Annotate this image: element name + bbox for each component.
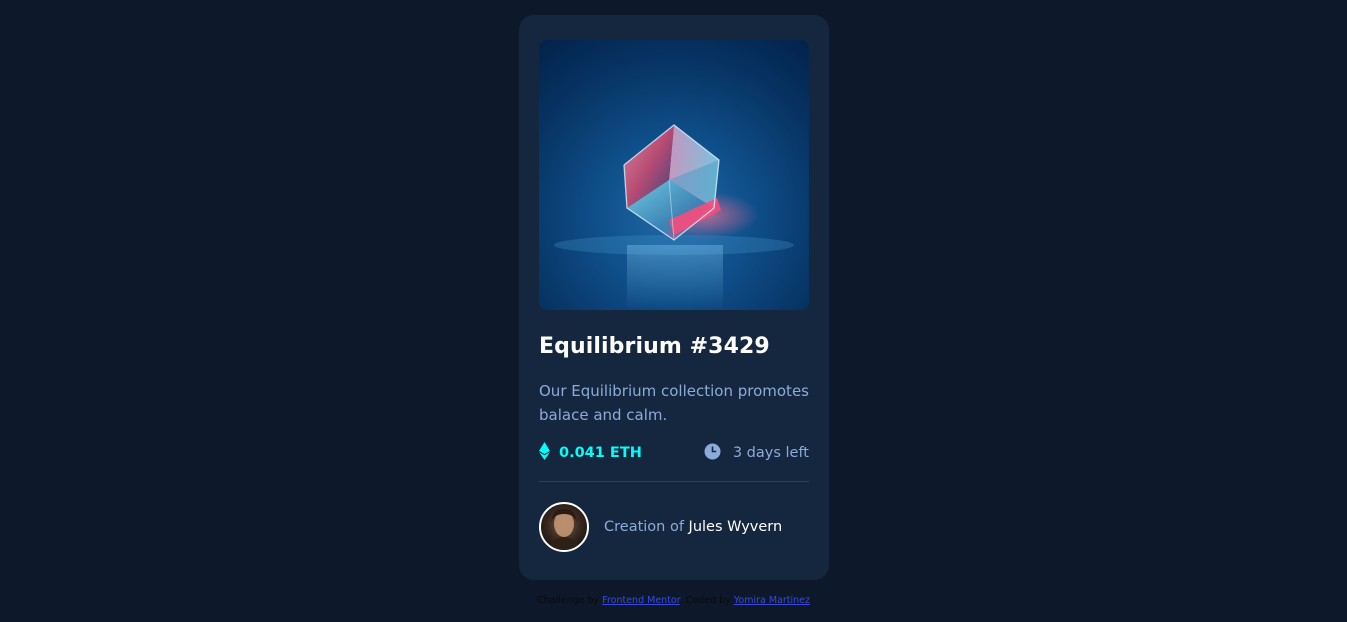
frontend-mentor-link[interactable]: Frontend Mentor — [602, 595, 680, 606]
creator-row: Creation of Jules Wyvern — [539, 502, 809, 552]
avatar — [539, 502, 589, 552]
page: Equilibrium #3429 Our Equilibrium collec… — [0, 0, 1347, 622]
creator-prefix: Creation of — [604, 519, 689, 535]
nft-meta-row: 0.041 ETH 3 days left — [539, 441, 809, 465]
author-link[interactable]: Yomira Martinez — [734, 595, 810, 606]
creator-name-link[interactable]: Jules Wyvern — [689, 519, 783, 535]
price-group: 0.041 ETH — [539, 442, 642, 464]
time-left: 3 days left — [732, 445, 809, 461]
price-value: 0.041 ETH — [559, 445, 642, 461]
challenge-prefix: Challenge by — [537, 595, 603, 606]
time-group: 3 days left — [704, 443, 809, 464]
nft-image-link[interactable] — [539, 40, 809, 310]
nft-description: Our Equilibrium collection promotes bala… — [539, 382, 809, 424]
creator-credit: Creation of Jules Wyvern — [604, 519, 782, 535]
nft-card: Equilibrium #3429 Our Equilibrium collec… — [519, 15, 829, 580]
attribution-footer: Challenge by Frontend Mentor. Coded by Y… — [0, 595, 1347, 606]
equilibrium-cube-image — [554, 124, 794, 310]
clock-icon — [704, 443, 721, 464]
divider — [539, 481, 809, 482]
nft-title[interactable]: Equilibrium #3429 — [539, 334, 809, 359]
ethereum-icon — [539, 442, 550, 464]
coded-prefix: . Coded by — [679, 595, 734, 606]
